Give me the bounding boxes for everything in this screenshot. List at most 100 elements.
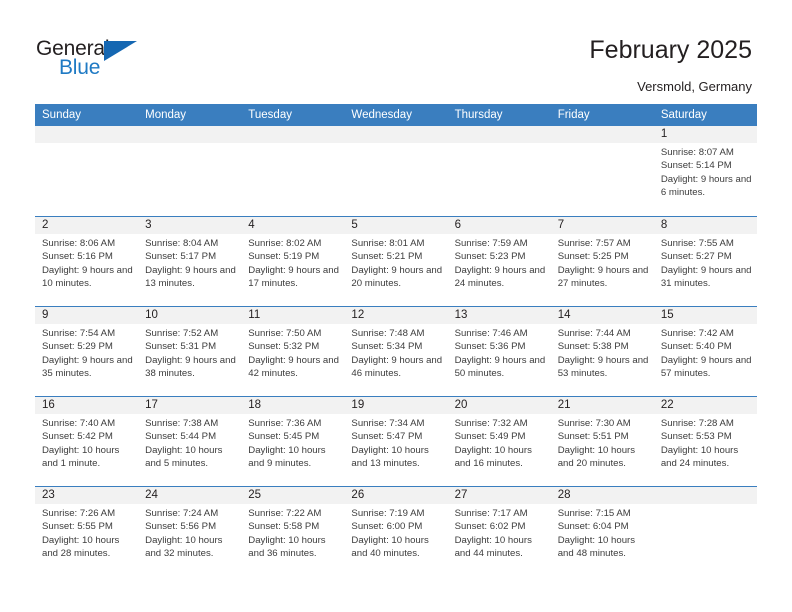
calendar-day-cell[interactable]: 27 Sunrise: 7:17 AM Sunset: 6:02 PM Dayligh… [447,487,551,576]
weekday-header-wednesday: Wednesday [351,109,412,121]
calendar-day-cell[interactable]: 22 Sunrise: 7:28 AM Sunset: 5:53 PM Dayligh… [653,397,757,486]
day-sun-info: Sunrise: 7:36 AM Sunset: 5:45 PM Daylight:… [248,417,341,471]
day-sun-info: Sunrise: 8:07 AM Sunset: 5:14 PM Daylight:… [661,146,754,200]
day-number: 6 [454,219,461,231]
calendar-day-cell[interactable]: 11 Sunrise: 7:50 AM Sunset: 5:32 PM Dayligh… [241,307,345,396]
daylight-text: Daylight: 10 hours and 16 minutes. [454,444,532,470]
sunset-text: Sunset: 5:31 PM [145,341,217,353]
day-sun-info: Sunrise: 7:50 AM Sunset: 5:32 PM Daylight:… [248,327,341,381]
sunset-text: Sunset: 5:19 PM [248,251,320,263]
sunset-text: Sunset: 5:51 PM [557,431,629,443]
day-sun-info: Sunrise: 7:24 AM Sunset: 5:56 PM Daylight:… [145,507,238,561]
calendar-grid: Sunday Monday Tuesday Wednesday Thursday… [35,104,757,576]
daylight-text: Daylight: 9 hours and 13 minutes. [145,264,236,290]
day-number: 13 [454,309,468,321]
daylight-text: Daylight: 9 hours and 17 minutes. [248,264,339,290]
calendar-day-cell[interactable]: 17 Sunrise: 7:38 AM Sunset: 5:44 PM Dayligh… [138,397,242,486]
sunset-text: Sunset: 5:25 PM [557,251,629,263]
day-number: 12 [351,309,365,321]
calendar-day-cell[interactable]: 8 Sunrise: 7:55 AM Sunset: 5:27 PM Daylight… [653,217,757,306]
calendar-week-row: 1 Sunrise: 8:07 AM Sunset: 5:14 PM Daylight… [35,126,757,216]
general-blue-logo[interactable]: General Blue [36,38,176,86]
calendar-day-cell[interactable]: 25 Sunrise: 7:22 AM Sunset: 5:58 PM Dayligh… [241,487,345,576]
day-number-band [138,217,242,234]
day-number-band [35,217,139,234]
sunset-text: Sunset: 5:53 PM [660,431,732,443]
sunrise-text: Sunrise: 7:32 AM [454,418,528,429]
sunset-text: Sunset: 5:40 PM [660,341,732,353]
sunset-text: Sunset: 5:23 PM [454,251,526,263]
calendar-day-cell[interactable]: 5 Sunrise: 8:01 AM Sunset: 5:21 PM Daylight… [344,217,448,306]
sunrise-text: Sunrise: 7:46 AM [454,328,528,339]
day-sun-info: Sunrise: 7:52 AM Sunset: 5:31 PM Daylight:… [145,327,238,381]
calendar-week-row: 16 Sunrise: 7:40 AM Sunset: 5:42 PM Dayligh… [35,396,757,486]
sunrise-text: Sunrise: 7:59 AM [454,238,528,249]
calendar-day-cell-empty [138,126,242,216]
calendar-day-cell[interactable]: 23 Sunrise: 7:26 AM Sunset: 5:55 PM Dayligh… [35,487,139,576]
calendar-day-cell[interactable]: 1 Sunrise: 8:07 AM Sunset: 5:14 PM Daylight… [653,126,757,216]
sunrise-text: Sunrise: 7:36 AM [248,418,322,429]
sunrise-text: Sunrise: 7:28 AM [660,418,734,429]
day-sun-info: Sunrise: 7:15 AM Sunset: 6:04 PM Daylight:… [558,507,651,561]
day-number-band [653,487,757,504]
sunset-text: Sunset: 5:29 PM [42,341,113,353]
day-sun-info: Sunrise: 7:22 AM Sunset: 5:58 PM Daylight:… [248,507,341,561]
day-sun-info: Sunrise: 7:30 AM Sunset: 5:51 PM Daylight:… [558,417,651,471]
day-number: 26 [351,489,365,501]
calendar-day-cell[interactable]: 18 Sunrise: 7:36 AM Sunset: 5:45 PM Dayligh… [241,397,345,486]
page-header: General Blue February 2025 Versmold, Ger… [0,0,792,104]
day-number: 10 [145,309,158,321]
calendar-day-cell[interactable]: 10 Sunrise: 7:52 AM Sunset: 5:31 PM Dayligh… [138,307,242,396]
calendar-day-cell[interactable]: 24 Sunrise: 7:24 AM Sunset: 5:56 PM Dayligh… [138,487,242,576]
calendar-day-cell[interactable]: 20 Sunrise: 7:32 AM Sunset: 5:49 PM Dayligh… [447,397,551,486]
sunset-text: Sunset: 5:36 PM [454,341,526,353]
day-number-band [653,217,757,234]
calendar-day-cell[interactable]: 26 Sunrise: 7:19 AM Sunset: 6:00 PM Dayligh… [344,487,448,576]
calendar-day-cell[interactable]: 15 Sunrise: 7:42 AM Sunset: 5:40 PM Dayligh… [653,307,757,396]
calendar-day-cell[interactable]: 12 Sunrise: 7:48 AM Sunset: 5:34 PM Dayligh… [344,307,448,396]
sunrise-text: Sunrise: 7:38 AM [145,418,219,429]
sunset-text: Sunset: 5:21 PM [351,251,423,263]
day-number: 19 [351,399,365,411]
calendar-day-cell[interactable]: 21 Sunrise: 7:30 AM Sunset: 5:51 PM Dayligh… [550,397,654,486]
calendar-day-cell[interactable]: 9 Sunrise: 7:54 AM Sunset: 5:29 PM Daylight… [35,307,139,396]
calendar-day-cell[interactable]: 16 Sunrise: 7:40 AM Sunset: 5:42 PM Dayligh… [35,397,139,486]
day-number-band [241,126,345,143]
calendar-day-cell[interactable]: 19 Sunrise: 7:34 AM Sunset: 5:47 PM Dayligh… [344,397,448,486]
calendar-day-cell[interactable]: 4 Sunrise: 8:02 AM Sunset: 5:19 PM Daylight… [241,217,345,306]
day-number-band [344,126,448,143]
sunrise-text: Sunrise: 7:17 AM [454,508,528,519]
sunrise-text: Sunrise: 7:30 AM [557,418,631,429]
daylight-text: Daylight: 9 hours and 35 minutes. [42,354,133,380]
daylight-text: Daylight: 10 hours and 9 minutes. [248,444,326,470]
sunrise-text: Sunrise: 7:24 AM [145,508,219,519]
sunset-text: Sunset: 5:27 PM [660,251,732,263]
weekday-header-saturday: Saturday [660,109,707,121]
day-number: 4 [248,219,255,231]
daylight-text: Daylight: 10 hours and 24 minutes. [660,444,739,470]
day-number-band [35,126,139,143]
calendar-day-cell[interactable]: 13 Sunrise: 7:46 AM Sunset: 5:36 PM Dayligh… [447,307,551,396]
day-sun-info: Sunrise: 7:57 AM Sunset: 5:25 PM Daylight:… [558,237,651,291]
sunset-text: Sunset: 6:04 PM [557,521,629,533]
calendar-day-cell[interactable]: 2 Sunrise: 8:06 AM Sunset: 5:16 PM Daylight… [35,217,139,306]
day-sun-info: Sunrise: 7:55 AM Sunset: 5:27 PM Daylight:… [661,237,754,291]
sunrise-text: Sunrise: 7:52 AM [145,328,219,339]
day-number: 3 [145,219,152,231]
day-number: 2 [42,219,49,231]
calendar-day-cell[interactable]: 14 Sunrise: 7:44 AM Sunset: 5:38 PM Dayligh… [550,307,654,396]
daylight-text: Daylight: 9 hours and 31 minutes. [660,264,752,290]
calendar-day-cell[interactable]: 28 Sunrise: 7:15 AM Sunset: 6:04 PM Dayligh… [550,487,654,576]
sunrise-text: Sunrise: 7:48 AM [351,328,425,339]
daylight-text: Daylight: 9 hours and 53 minutes. [557,354,649,380]
weekday-header-thursday: Thursday [454,109,503,121]
calendar-day-cell[interactable]: 6 Sunrise: 7:59 AM Sunset: 5:23 PM Daylight… [447,217,551,306]
day-sun-info: Sunrise: 7:32 AM Sunset: 5:49 PM Daylight:… [455,417,548,471]
daylight-text: Daylight: 10 hours and 40 minutes. [351,534,429,560]
day-number: 7 [557,219,565,231]
day-number: 23 [42,489,55,501]
daylight-text: Daylight: 9 hours and 6 minutes. [660,173,752,199]
calendar-day-cell[interactable]: 3 Sunrise: 8:04 AM Sunset: 5:17 PM Daylight… [138,217,242,306]
calendar-day-cell[interactable]: 7 Sunrise: 7:57 AM Sunset: 5:25 PM Daylight… [550,217,654,306]
day-number: 9 [42,309,49,321]
